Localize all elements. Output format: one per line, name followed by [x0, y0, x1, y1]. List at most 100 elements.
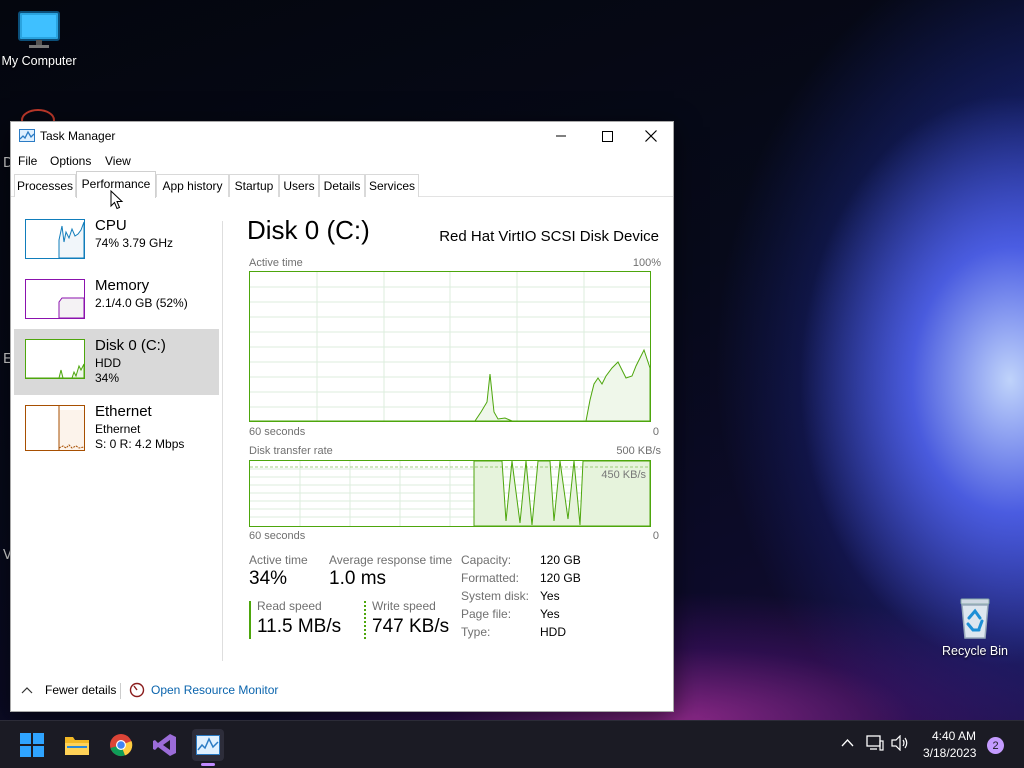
- tab-users[interactable]: Users: [279, 174, 319, 197]
- transfer-rate-graph-max: 500 KB/s: [616, 445, 661, 457]
- sidebar-item-cpu[interactable]: CPU 74% 3.79 GHz: [14, 209, 219, 275]
- chevron-up-tray-icon[interactable]: [841, 738, 854, 747]
- start-button[interactable]: [16, 729, 48, 761]
- ethernet-throughput: S: 0 R: 4.2 Mbps: [95, 437, 185, 451]
- transfer-rate-chart: [250, 460, 651, 527]
- resource-monitor-icon: [129, 682, 145, 698]
- memory-label: Memory: [95, 277, 150, 294]
- notification-count: 2: [992, 739, 999, 752]
- clock-date[interactable]: 3/18/2023: [923, 746, 976, 760]
- transfer-rate-graph: 450 KB/s: [249, 460, 651, 527]
- tab-startup[interactable]: Startup: [229, 174, 279, 197]
- my-computer-desktop-icon[interactable]: My Computer: [0, 10, 81, 68]
- transfer-rate-axis-right: 0: [652, 530, 659, 542]
- file-explorer-button[interactable]: [61, 729, 93, 761]
- type-value: HDD: [540, 625, 566, 639]
- read-speed-label: Read speed: [257, 599, 322, 613]
- cpu-thumbnail-graph: [25, 219, 85, 259]
- chevron-up-icon: [21, 687, 33, 694]
- notification-badge[interactable]: 2: [987, 737, 1004, 754]
- sidebar-item-ethernet[interactable]: Ethernet Ethernet S: 0 R: 4.2 Mbps: [14, 397, 219, 463]
- footer-divider: [120, 683, 121, 699]
- my-computer-label: My Computer: [1, 54, 77, 68]
- disk-label: Disk 0 (C:): [95, 337, 166, 354]
- page-file-value: Yes: [540, 607, 560, 621]
- tab-services[interactable]: Services: [365, 174, 419, 197]
- tab-processes[interactable]: Processes: [14, 174, 76, 197]
- write-speed-value: 747 KB/s: [372, 616, 450, 637]
- capacity-key: Capacity:: [461, 553, 512, 567]
- menu-bar: File Options View: [11, 150, 673, 172]
- close-icon: [645, 130, 657, 142]
- monitor-icon: [18, 11, 60, 48]
- capacity-value: 120 GB: [540, 553, 581, 567]
- file-explorer-icon: [65, 737, 89, 755]
- read-speed-marker: [249, 601, 251, 639]
- disk-detail-panel: Disk 0 (C:) Red Hat VirtIO SCSI Disk Dev…: [239, 197, 661, 697]
- volume-icon[interactable]: [891, 735, 909, 751]
- avg-response-label: Average response time: [329, 553, 453, 567]
- partial-desktop-icon: [20, 104, 56, 131]
- clock-time[interactable]: 4:40 AM: [932, 729, 976, 743]
- chrome-icon: [110, 734, 133, 757]
- memory-usage: 2.1/4.0 GB (52%): [95, 296, 188, 310]
- window-footer: Fewer details Open Resource Monitor: [11, 669, 673, 711]
- close-button[interactable]: [628, 122, 674, 150]
- open-resource-monitor-link[interactable]: Open Resource Monitor: [129, 682, 278, 698]
- active-time-value: 34%: [249, 568, 288, 589]
- performance-sidebar: CPU 74% 3.79 GHz Memory 2.1/4.0 GB (52%)…: [11, 197, 223, 667]
- tab-app-history[interactable]: App history: [156, 174, 229, 197]
- active-app-indicator: [201, 763, 215, 766]
- task-manager-app-icon: [19, 129, 35, 142]
- recycle-bin-desktop-icon[interactable]: Recycle Bin: [933, 596, 1017, 658]
- maximize-icon: [601, 130, 613, 142]
- sidebar-item-disk-0[interactable]: Disk 0 (C:) HDD 34%: [14, 329, 219, 395]
- active-time-label: Active time: [249, 553, 308, 567]
- tab-details[interactable]: Details: [319, 174, 365, 197]
- visual-studio-button[interactable]: [149, 729, 181, 761]
- memory-mini-chart: [58, 297, 84, 318]
- menu-view[interactable]: View: [105, 154, 131, 168]
- memory-thumbnail-graph: [25, 279, 85, 319]
- disk-thumbnail-graph: [25, 339, 85, 379]
- active-time-graph: [249, 271, 651, 422]
- disk-title: Disk 0 (C:): [247, 215, 370, 245]
- maximize-button[interactable]: [584, 122, 630, 150]
- active-time-chart: [250, 272, 651, 422]
- formatted-key: Formatted:: [461, 571, 520, 585]
- transfer-rate-graph-label: Disk transfer rate: [249, 445, 333, 457]
- title-bar[interactable]: Task Manager: [11, 122, 673, 150]
- ethernet-thumbnail-graph: [25, 405, 85, 451]
- sidebar-item-memory[interactable]: Memory 2.1/4.0 GB (52%): [14, 269, 219, 335]
- avg-response-value: 1.0 ms: [329, 568, 387, 589]
- task-manager-icon: [196, 735, 220, 755]
- write-speed-label: Write speed: [372, 599, 436, 613]
- active-time-graph-label: Active time: [249, 257, 303, 269]
- formatted-value: 120 GB: [540, 571, 581, 585]
- disk-properties: Capacity: 120 GB Formatted: 120 GB Syste…: [461, 553, 651, 643]
- menu-file[interactable]: File: [18, 154, 37, 168]
- start-icon: [20, 733, 44, 757]
- fewer-details-button[interactable]: Fewer details: [21, 683, 116, 697]
- fewer-details-label: Fewer details: [45, 683, 117, 697]
- window-title: Task Manager: [40, 129, 116, 143]
- task-manager-window: Task Manager File Options View Processes…: [10, 121, 674, 712]
- ethernet-adapter: Ethernet: [95, 422, 141, 436]
- network-icon[interactable]: [866, 735, 884, 751]
- ethernet-mini-chart: [58, 406, 84, 450]
- cpu-mini-chart: [58, 221, 84, 258]
- sidebar-divider: [222, 221, 223, 661]
- task-manager-taskbar-button[interactable]: [192, 729, 224, 761]
- resource-monitor-label: Open Resource Monitor: [151, 683, 279, 697]
- visual-studio-icon: [153, 734, 176, 756]
- active-time-axis-right: 0: [652, 426, 659, 438]
- read-speed-value: 11.5 MB/s: [257, 616, 342, 637]
- minimize-button[interactable]: [538, 122, 584, 150]
- ethernet-label: Ethernet: [95, 403, 152, 420]
- type-key: Type:: [461, 625, 491, 639]
- recycle-bin-icon: [960, 598, 990, 639]
- system-disk-value: Yes: [540, 589, 560, 603]
- menu-options[interactable]: Options: [50, 154, 91, 168]
- active-time-axis-left: 60 seconds: [249, 426, 306, 438]
- chrome-button[interactable]: [105, 729, 137, 761]
